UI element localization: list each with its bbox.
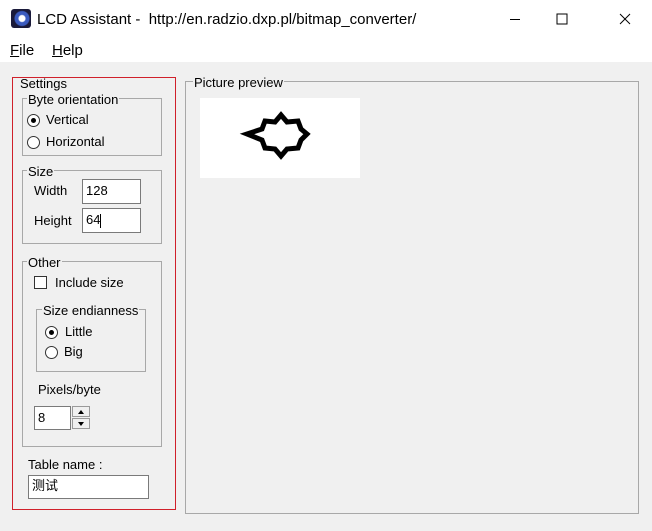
horizontal-radio[interactable] xyxy=(27,136,40,149)
menu-file[interactable]: File xyxy=(10,42,34,59)
picture-preview-canvas xyxy=(200,98,360,178)
title-bar[interactable]: LCD Assistant - http://en.radzio.dxp.pl/… xyxy=(0,0,652,38)
menu-file-label: ile xyxy=(19,42,35,59)
menu-bar: File Help xyxy=(0,38,652,62)
width-label: Width xyxy=(34,183,68,198)
pixels-per-byte-label: Pixels/byte xyxy=(38,382,101,397)
pixels-per-byte-input[interactable]: 8 xyxy=(34,406,71,430)
vertical-radio[interactable] xyxy=(27,114,40,127)
big-label[interactable]: Big xyxy=(64,344,83,360)
size-label: Size xyxy=(27,164,55,180)
size-endianness-group: Size endianness xyxy=(36,303,146,372)
height-input[interactable]: 64 xyxy=(82,208,141,233)
window-title: LCD Assistant - http://en.radzio.dxp.pl/… xyxy=(37,11,417,28)
spin-up-button[interactable] xyxy=(72,406,90,417)
horizontal-label[interactable]: Horizontal xyxy=(46,134,105,150)
spin-up-icon xyxy=(78,409,84,414)
size-endianness-label: Size endianness xyxy=(42,303,140,319)
big-radio[interactable] xyxy=(45,346,58,359)
height-value: 64 xyxy=(86,212,101,227)
table-name-label: Table name : xyxy=(28,457,103,472)
six-pointed-star-icon xyxy=(239,111,311,160)
menu-help[interactable]: Help xyxy=(52,42,83,59)
include-size-checkbox[interactable] xyxy=(34,276,47,289)
maximize-icon xyxy=(556,13,568,25)
close-icon xyxy=(619,13,631,25)
other-label: Other xyxy=(27,255,62,271)
close-button[interactable] xyxy=(600,0,650,38)
minimize-button[interactable] xyxy=(492,0,538,38)
maximize-button[interactable] xyxy=(539,0,585,38)
spin-down-icon xyxy=(78,421,84,426)
menu-file-mnemonic: F xyxy=(10,42,20,59)
include-size-label[interactable]: Include size xyxy=(55,275,124,291)
little-label[interactable]: Little xyxy=(65,324,92,340)
little-radio[interactable] xyxy=(45,326,58,339)
minimize-icon xyxy=(510,19,520,20)
table-name-input[interactable]: 测试 xyxy=(28,475,149,499)
width-input[interactable]: 128 xyxy=(82,179,141,204)
vertical-label[interactable]: Vertical xyxy=(46,112,89,128)
menu-help-label: elp xyxy=(62,42,83,59)
settings-label: Settings xyxy=(19,76,68,92)
picture-preview-label: Picture preview xyxy=(193,75,284,91)
height-label: Height xyxy=(34,213,72,228)
spin-down-button[interactable] xyxy=(72,418,90,429)
app-icon[interactable] xyxy=(11,9,31,28)
byte-orientation-label: Byte orientation xyxy=(27,92,120,108)
menu-help-mnemonic: H xyxy=(52,42,63,59)
text-cursor xyxy=(100,213,102,228)
